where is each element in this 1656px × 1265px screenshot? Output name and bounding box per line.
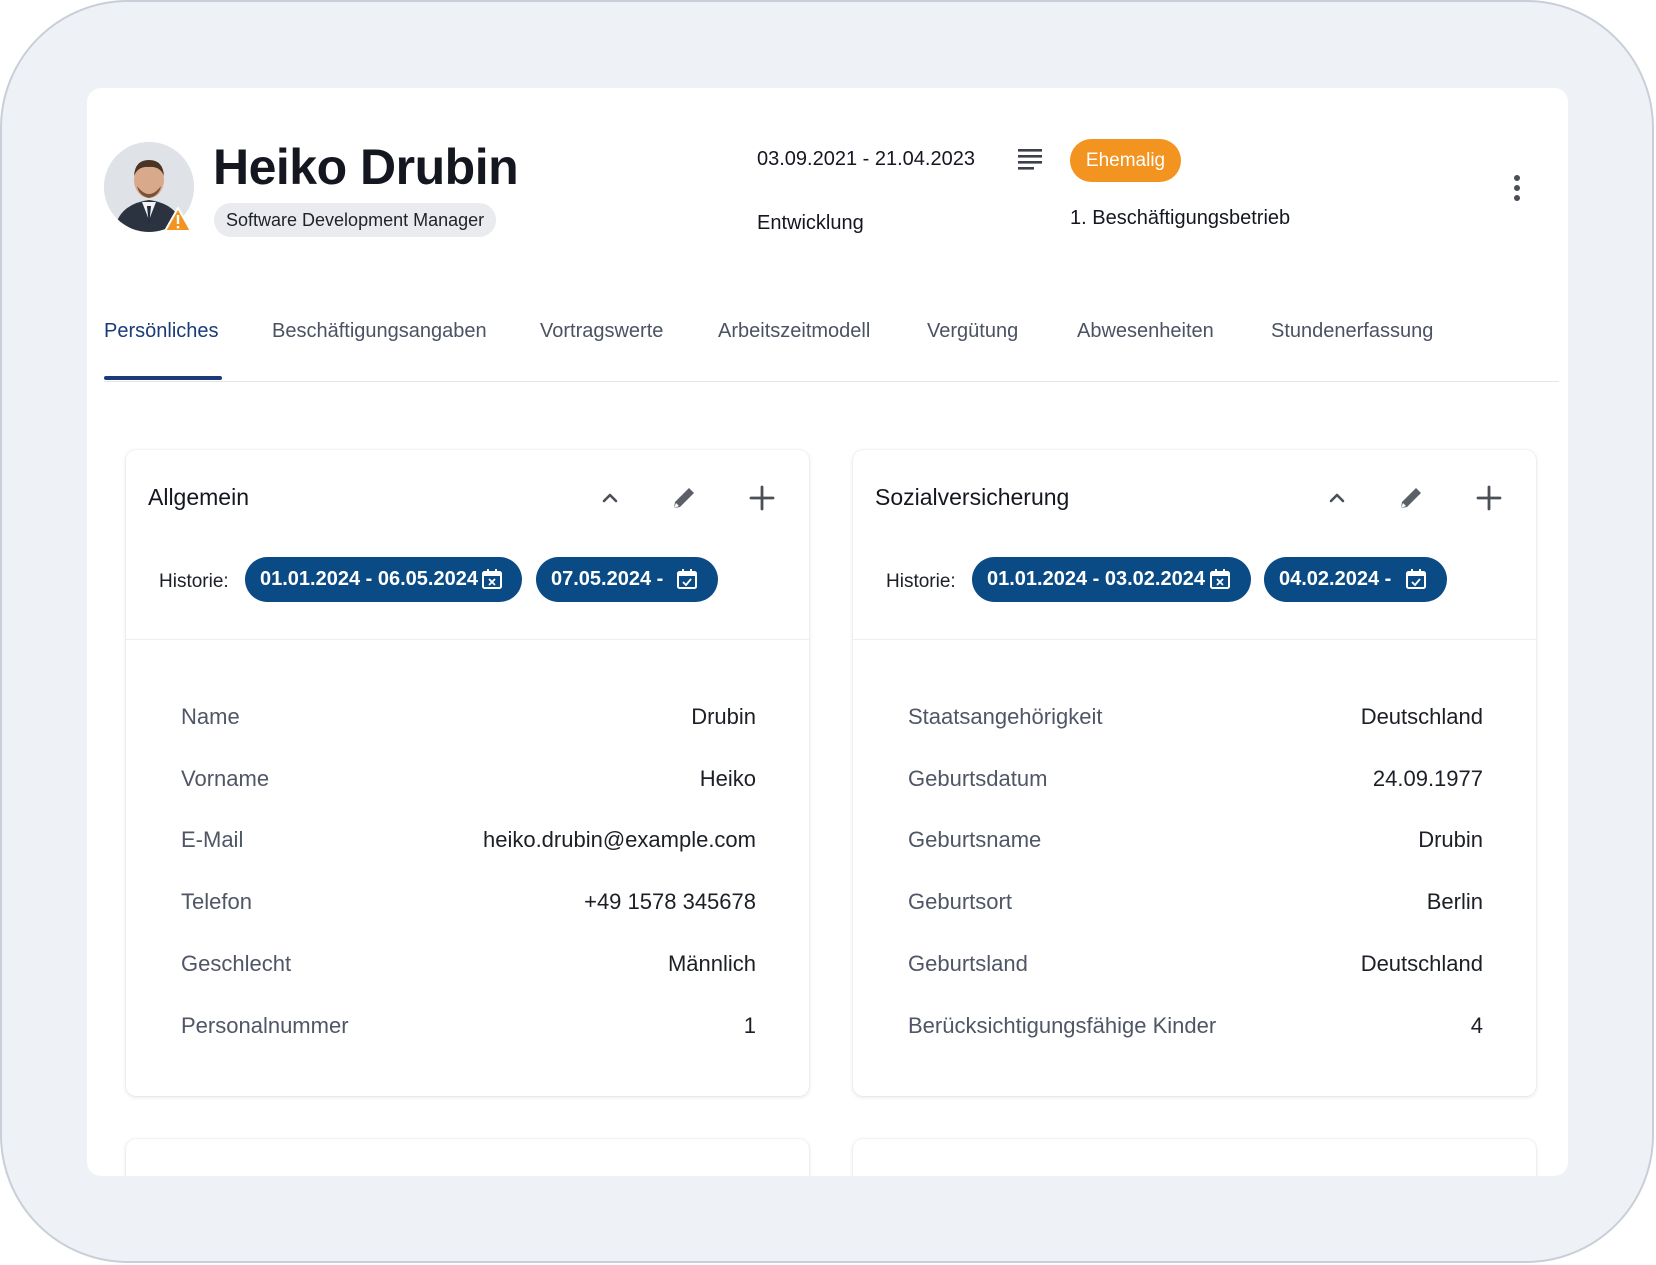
field-value: Berlin [1426,889,1483,914]
field-row: Staatsangehörigkeit Deutschland [908,704,1483,734]
field-label: Telefon [181,889,252,914]
tab-abwesenheiten[interactable]: Abwesenheiten [1077,310,1214,382]
historie-label: Historie: [886,571,956,592]
plus-icon[interactable] [744,480,780,516]
field-row: Geburtsort Berlin [908,889,1483,919]
field-value: Deutschland [1360,951,1483,976]
pencil-icon[interactable] [1393,480,1429,516]
field-row: E-Mail heiko.drubin@example.com [181,827,756,857]
field-label: Berücksichtigungsfähige Kinder [908,1013,1217,1038]
employment-type: 1. Beschäftigungsbetrieb [1070,207,1291,229]
field-row: Personalnummer 1 [181,1013,756,1043]
field-label: Personalnummer [181,1013,349,1038]
field-label: Geburtsland [908,951,1028,976]
calendar-x-icon [482,569,502,589]
field-label: Geburtsname [908,827,1042,852]
field-label: Staatsangehörigkeit [908,704,1103,729]
tab-beschaeftigungsangaben[interactable]: Beschäftigungsangaben [272,310,487,382]
pencil-icon[interactable] [666,480,702,516]
status-badge: Ehemalig [1070,139,1181,182]
card-title: Sozialversicherung [875,484,1070,510]
card-allgemein: Allgemein Historie: 01.01.2024 - 06.05.2… [126,450,809,1096]
calendar-x-icon [1210,569,1230,589]
calendar-check-icon [1406,569,1426,589]
field-value: Drubin [691,704,756,729]
department: Entwicklung [757,212,864,234]
field-row: Berücksichtigungsfähige Kinder 4 [908,1013,1483,1043]
card-next-left [126,1139,809,1176]
field-row: Name Drubin [181,704,756,734]
history-chip-label: 04.02.2024 - [1279,568,1392,590]
tab-arbeitszeitmodell[interactable]: Arbeitszeitmodell [718,310,870,382]
card-sozialversicherung: Sozialversicherung Historie: 01.01.2024 … [853,450,1536,1096]
field-value: Heiko [699,766,756,791]
history-chip-label: 07.05.2024 - [551,568,664,590]
field-label: Name [181,704,240,729]
tab-persoenliches[interactable]: Persönliches [104,310,219,382]
field-value: Deutschland [1360,704,1483,729]
history-chip-label: 01.01.2024 - 03.02.2024 [987,568,1205,590]
field-value: 24.09.1977 [1372,766,1483,791]
tab-bar: Persönliches Beschäftigungsangaben Vortr… [104,310,1559,382]
field-row: Geburtsdatum 24.09.1977 [908,766,1483,796]
field-label: Geschlecht [181,951,292,976]
history-chip[interactable]: 04.02.2024 - [1264,557,1447,602]
active-tab-indicator [104,376,222,380]
plus-icon[interactable] [1471,480,1507,516]
chevron-up-icon[interactable] [1319,480,1355,516]
field-row: Geschlecht Männlich [181,951,756,981]
tab-verguetung[interactable]: Vergütung [927,310,1018,382]
history-chip-label: 01.01.2024 - 06.05.2024 [260,568,478,590]
calendar-check-icon [677,569,697,589]
field-row: Geburtsland Deutschland [908,951,1483,981]
card-next-right [853,1139,1536,1176]
tab-stundenerfassung[interactable]: Stundenerfassung [1271,310,1433,382]
field-label: Geburtsdatum [908,766,1048,791]
tab-vortragswerte[interactable]: Vortragswerte [540,310,663,382]
employment-period: 03.09.2021 - 21.04.2023 [757,148,975,170]
history-chip[interactable]: 07.05.2024 - [536,557,718,602]
field-value: 1 [743,1013,756,1038]
history-chip[interactable]: 01.01.2024 - 03.02.2024 [972,557,1251,602]
field-label: Geburtsort [908,889,1012,914]
field-row: Telefon +49 1578 345678 [181,889,756,919]
divider [126,639,809,640]
field-value: Männlich [667,951,756,976]
field-label: Vorname [181,766,270,791]
more-vertical-icon[interactable] [1507,174,1527,202]
role-chip: Software Development Manager [214,203,497,237]
notes-lines-icon[interactable] [1018,148,1042,170]
historie-label: Historie: [159,571,229,592]
field-value: Drubin [1418,827,1483,852]
chevron-up-icon[interactable] [592,480,628,516]
card-title: Allgemein [148,484,249,510]
field-value: 4 [1470,1013,1483,1038]
field-value: heiko.drubin@example.com [482,827,756,852]
employee-panel: Heiko Drubin Software Development Manage… [87,88,1568,1176]
field-label: E-Mail [181,827,244,852]
field-row: Geburtsname Drubin [908,827,1483,857]
history-chip[interactable]: 01.01.2024 - 06.05.2024 [245,557,522,602]
warning-icon [163,206,193,233]
divider [853,639,1536,640]
field-value: +49 1578 345678 [584,889,756,914]
employee-name: Heiko Drubin [213,139,519,195]
field-row: Vorname Heiko [181,766,756,796]
